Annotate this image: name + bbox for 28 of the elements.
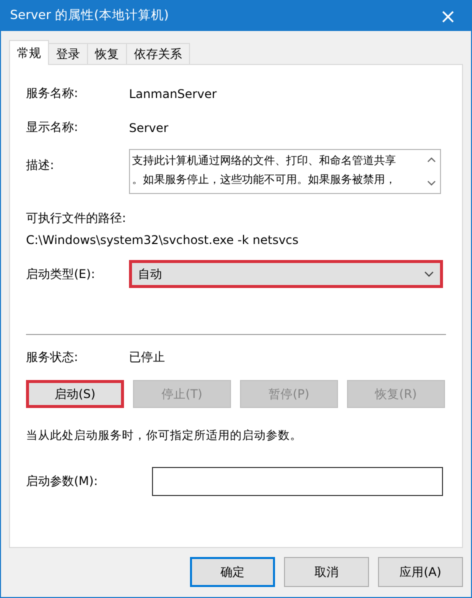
dialog-button[interactable]: 确定 (190, 557, 275, 587)
scroll-up-icon[interactable] (427, 157, 436, 163)
dialog-button[interactable]: 取消 (284, 557, 369, 587)
status-value: 已停止 (129, 349, 165, 366)
dialog-button[interactable]: 应用(A) (378, 557, 463, 587)
field-label: 服务名称: (26, 85, 80, 102)
field-label: 启动类型(E): (26, 266, 96, 282)
input-field[interactable] (152, 467, 443, 496)
field-label: 服务状态: (26, 349, 80, 366)
chevron-down-icon (424, 271, 434, 277)
field-label: 描述: (26, 157, 56, 174)
field-value: LanmanServer (129, 86, 217, 100)
close-button[interactable]: × (425, 0, 471, 31)
service-button[interactable]: 启动(S) (26, 380, 124, 408)
field-label: 启动参数(M): (26, 473, 99, 490)
description-line: 支持此计算机通过网络的文件、打印、和命名管道共享 (132, 153, 397, 169)
window-title: Server 的属性(本地计算机) (10, 7, 169, 24)
path-text: C:\Windows\system32\svchost.exe -k netsvcs (26, 233, 300, 247)
hint-text: 当从此处启动服务时，你可指定所适用的启动参数。 (26, 428, 303, 443)
tab[interactable]: 常规 (9, 40, 49, 65)
scroll-down-icon[interactable] (427, 180, 436, 186)
startup-type-dropdown[interactable]: 自动 (129, 260, 443, 288)
tab[interactable]: 依存关系 (126, 43, 190, 64)
field-label: 可执行文件的路径: (26, 210, 128, 227)
description-line: 。如果服务停止，这些功能不可用。如果服务被禁用， (132, 172, 397, 188)
field-value: Server (129, 120, 168, 134)
description-field[interactable]: 支持此计算机通过网络的文件、打印、和命名管道共享 。如果服务停止，这些功能不可用。如果服务被禁用， (129, 149, 441, 194)
field-label: 显示名称: (26, 119, 80, 136)
